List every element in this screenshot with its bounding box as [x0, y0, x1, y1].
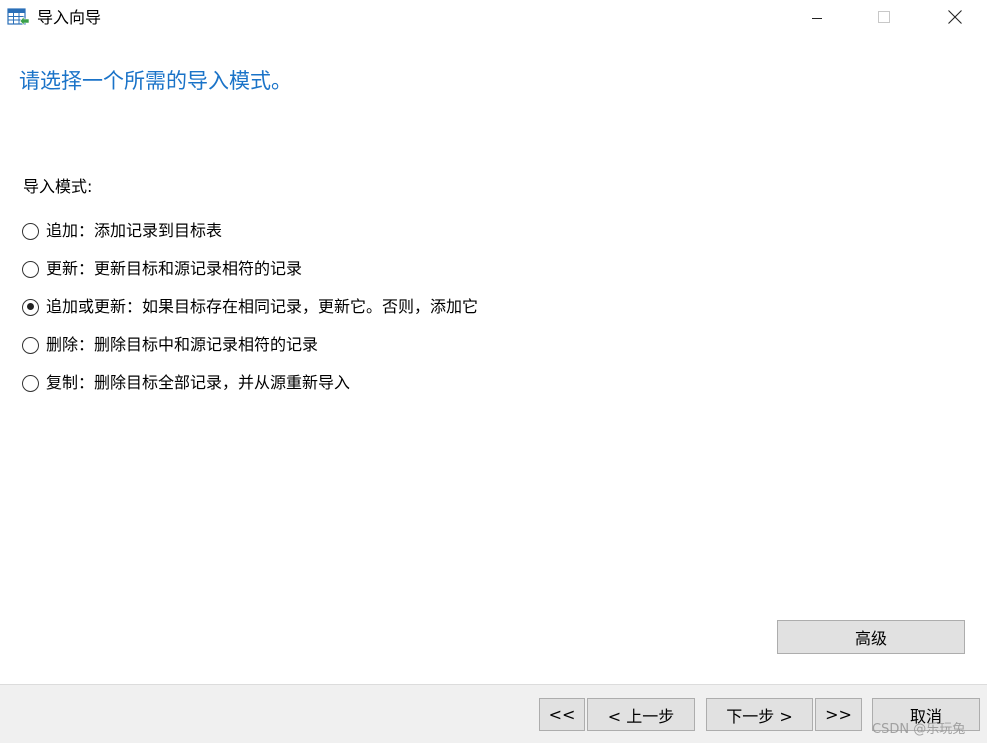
import-mode-options: 追加：添加记录到目标表 更新：更新目标和源记录相符的记录 追加或更新：如果目标存…	[22, 212, 478, 402]
option-copy[interactable]: 复制：删除目标全部记录，并从源重新导入	[22, 364, 478, 402]
radio-append-or-update[interactable]	[22, 298, 39, 316]
option-delete-label: 删除：删除目标中和源记录相符的记录	[46, 335, 319, 354]
import-mode-label: 导入模式:	[23, 177, 93, 196]
option-delete[interactable]: 删除：删除目标中和源记录相符的记录	[22, 326, 478, 364]
window-title: 导入向导	[37, 8, 102, 27]
option-copy-label: 复制：删除目标全部记录，并从源重新导入	[46, 373, 351, 392]
next-step-button[interactable]: 下一步 >	[706, 698, 813, 731]
previous-step-button[interactable]: < 上一步	[587, 698, 695, 731]
close-button[interactable]	[932, 0, 978, 37]
option-append-or-update[interactable]: 追加或更新：如果目标存在相同记录，更新它。否则，添加它	[22, 288, 478, 326]
option-append[interactable]: 追加：添加记录到目标表	[22, 212, 478, 250]
minimize-button[interactable]	[794, 0, 840, 37]
import-wizard-window: 导入向导 请选择一个所需的导入模式。 导入模式: 追加：添加记录到目标表 更新：…	[0, 0, 987, 743]
radio-update[interactable]	[22, 260, 39, 278]
table-import-icon	[7, 7, 31, 29]
option-append-label: 追加：添加记录到目标表	[46, 221, 223, 240]
radio-append[interactable]	[22, 222, 39, 240]
radio-copy[interactable]	[22, 374, 39, 392]
page-heading: 请选择一个所需的导入模式。	[19, 69, 292, 93]
maximize-icon	[877, 9, 891, 28]
minimize-icon	[811, 9, 823, 28]
last-step-button[interactable]: >>	[815, 698, 862, 731]
radio-delete[interactable]	[22, 336, 39, 354]
close-icon	[947, 9, 963, 29]
option-update[interactable]: 更新：更新目标和源记录相符的记录	[22, 250, 478, 288]
first-step-button[interactable]: <<	[539, 698, 585, 731]
option-update-label: 更新：更新目标和源记录相符的记录	[46, 259, 303, 278]
title-bar: 导入向导	[0, 0, 987, 37]
option-append-or-update-label: 追加或更新：如果目标存在相同记录，更新它。否则，添加它	[46, 297, 479, 316]
wizard-footer: << < 上一步 下一步 > >> 取消	[0, 684, 987, 743]
advanced-button[interactable]: 高级	[777, 620, 965, 654]
maximize-button	[861, 0, 907, 37]
watermark: CSDN @乐玩兔	[872, 722, 966, 737]
